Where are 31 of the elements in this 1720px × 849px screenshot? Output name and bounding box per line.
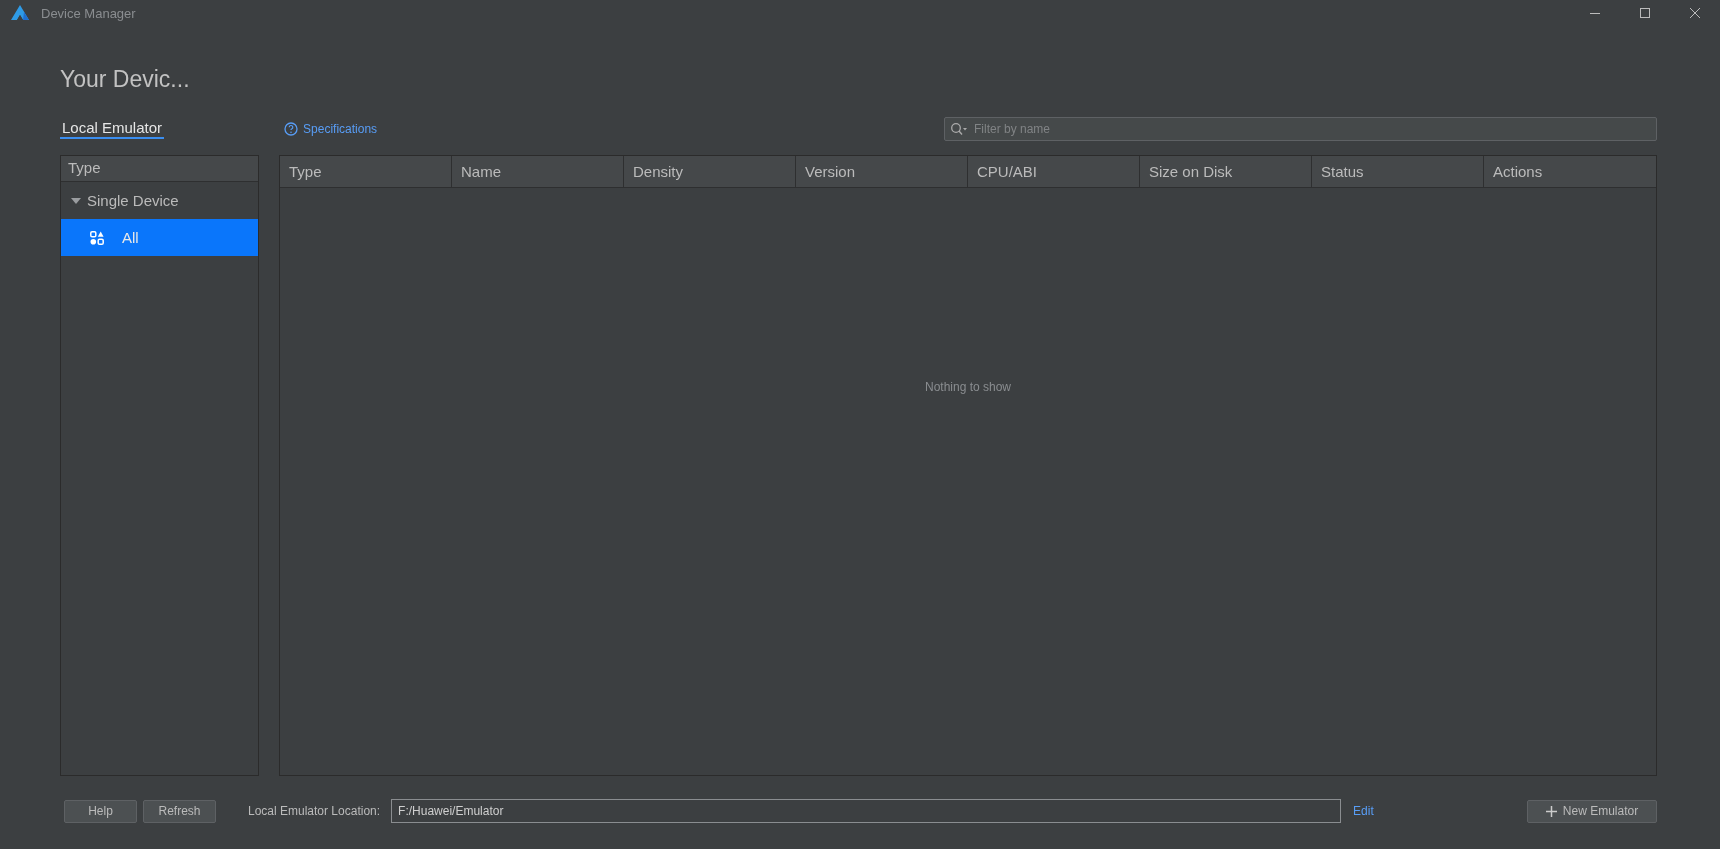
column-header[interactable]: Name [452, 156, 624, 187]
search-icon[interactable] [950, 122, 968, 136]
specifications-link[interactable]: Specifications [303, 122, 378, 136]
column-header[interactable]: Density [624, 156, 796, 187]
column-header[interactable]: Status [1312, 156, 1484, 187]
empty-message: Nothing to show [924, 380, 1012, 394]
refresh-button[interactable]: Refresh [143, 799, 216, 823]
plus-icon [1545, 805, 1557, 817]
tab[interactable]: Local Emulator [60, 119, 165, 139]
help-icon[interactable] [284, 122, 299, 136]
help-button[interactable]: Help [64, 799, 137, 823]
app-logo-icon [11, 5, 29, 21]
location-field[interactable]: F:/Huawei/Emulator [391, 799, 1342, 823]
new-emulator-button[interactable]: New Emulator [1527, 799, 1657, 823]
edit-link[interactable]: Edit [1353, 804, 1374, 818]
column-header[interactable]: CPU/ABI [968, 156, 1140, 187]
panel-header: Type [61, 156, 258, 182]
page-heading: Your Devic... [60, 66, 191, 94]
maximize-icon[interactable] [1639, 7, 1651, 19]
location-label: Local Emulator Location: [248, 804, 381, 818]
column-header[interactable]: Size on Disk [1140, 156, 1312, 187]
tree-item[interactable]: Single Device [61, 182, 258, 219]
column-header[interactable]: Actions [1484, 156, 1656, 187]
expand-down-icon[interactable] [71, 196, 81, 205]
column-header[interactable]: Type [280, 156, 452, 187]
filter-field[interactable]: Filter by name [944, 117, 1657, 141]
column-header[interactable]: Version [796, 156, 968, 187]
tree-item[interactable]: All [61, 219, 258, 256]
shapes-icon [90, 230, 104, 245]
close-icon[interactable] [1689, 7, 1701, 19]
window-title: Device Manager [41, 5, 136, 21]
